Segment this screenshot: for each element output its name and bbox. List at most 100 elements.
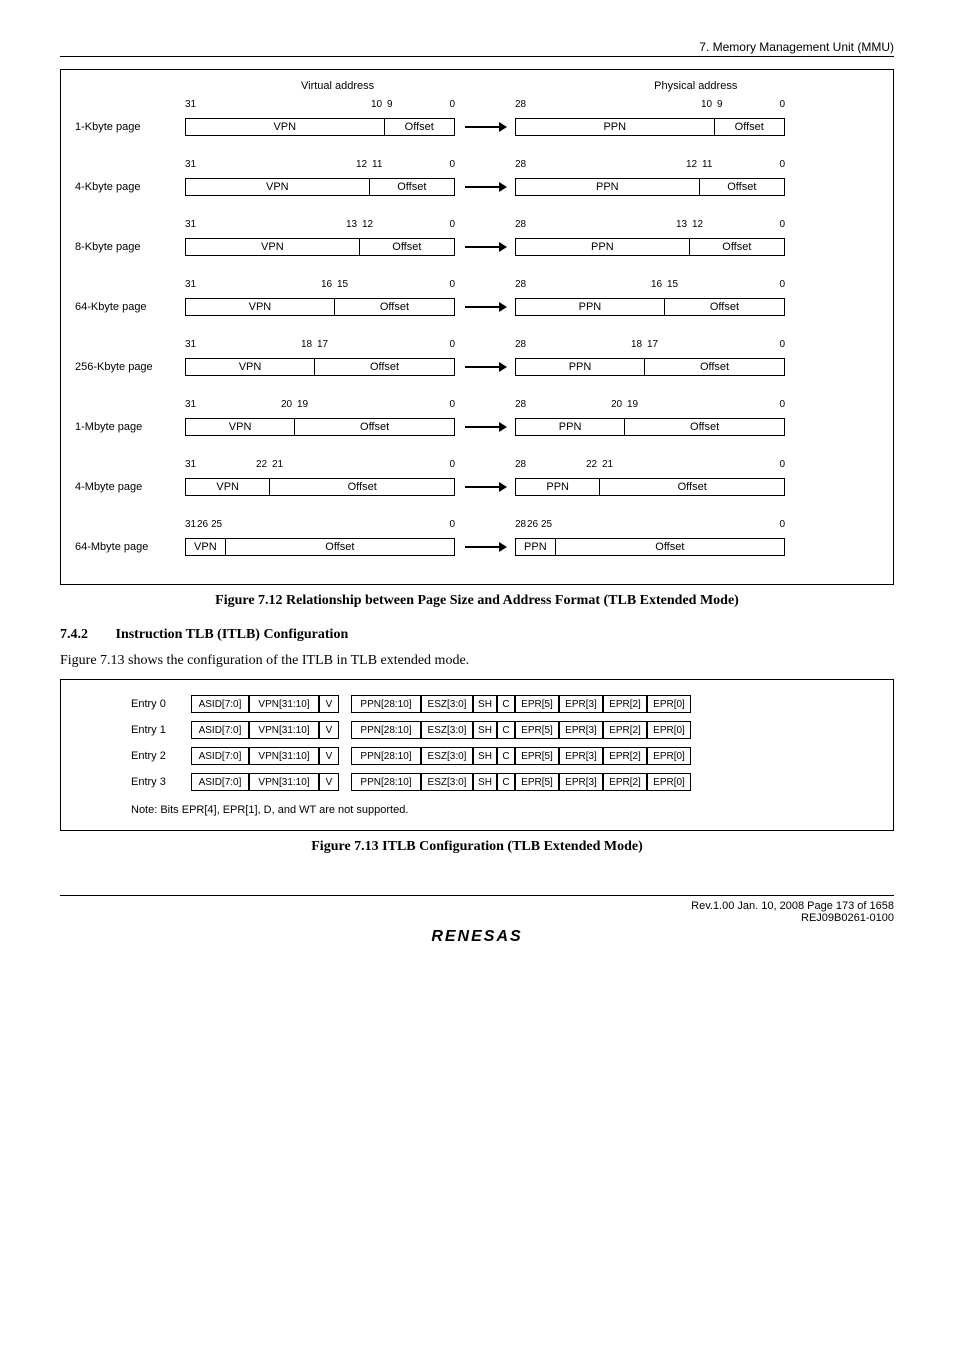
vpn-cell: VPN	[186, 179, 370, 195]
entry-label: Entry 0	[131, 698, 191, 710]
page-size-label: 1-Mbyte page	[71, 421, 185, 433]
page-size-label: 64-Kbyte page	[71, 301, 185, 313]
arrow-icon	[455, 486, 515, 488]
itlb-cell: EPR[0]	[647, 695, 691, 713]
itlb-cell: ESZ[3:0]	[421, 773, 473, 791]
page-size-label: 1-Kbyte page	[71, 121, 185, 133]
itlb-cell: V	[319, 747, 339, 765]
itlb-cell: V	[319, 721, 339, 739]
arrow-icon	[455, 366, 515, 368]
page-size-label: 64-Mbyte page	[71, 541, 185, 553]
physical-address-box: PPNOffset	[515, 178, 785, 196]
virtual-address-box: VPNOffset	[185, 178, 455, 196]
itlb-cell: PPN[28:10]	[351, 747, 421, 765]
itlb-cell: PPN[28:10]	[351, 695, 421, 713]
virtual-address-box: VPNOffset	[185, 478, 455, 496]
itlb-cell: ASID[7:0]	[191, 695, 249, 713]
section-heading: 7.4.2 Instruction TLB (ITLB) Configurati…	[60, 627, 894, 643]
renesas-logo: RENESAS	[60, 928, 894, 946]
vpn-cell: VPN	[186, 119, 385, 135]
itlb-cell: VPN[31:10]	[249, 721, 319, 739]
itlb-cell: EPR[5]	[515, 721, 559, 739]
itlb-cell: EPR[5]	[515, 695, 559, 713]
offset-cell: Offset	[690, 239, 784, 255]
itlb-cell: EPR[0]	[647, 773, 691, 791]
offset-cell: Offset	[625, 419, 784, 435]
itlb-cell: SH	[473, 721, 497, 739]
itlb-cell: EPR[0]	[647, 721, 691, 739]
virtual-address-box: VPNOffset	[185, 358, 455, 376]
offset-cell: Offset	[665, 299, 784, 315]
itlb-cell: C	[497, 721, 515, 739]
physical-address-box: PPNOffset	[515, 418, 785, 436]
entry-label: Entry 3	[131, 776, 191, 788]
arrow-icon	[455, 546, 515, 548]
offset-cell: Offset	[600, 479, 784, 495]
itlb-cell: EPR[2]	[603, 747, 647, 765]
offset-cell: Offset	[645, 359, 784, 375]
offset-cell: Offset	[370, 179, 454, 195]
offset-cell: Offset	[360, 239, 454, 255]
section-title: Instruction TLB (ITLB) Configuration	[116, 627, 349, 642]
entry-label: Entry 1	[131, 724, 191, 736]
itlb-cell: EPR[2]	[603, 721, 647, 739]
virtual-address-box: VPNOffset	[185, 118, 455, 136]
virtual-address-title: Virtual address	[301, 80, 374, 92]
itlb-entry-row: Entry 0ASID[7:0]VPN[31:10]V PPN[28:10]ESZ…	[131, 694, 853, 714]
ppn-cell: PPN	[516, 179, 700, 195]
itlb-cell: EPR[5]	[515, 773, 559, 791]
address-diagram: Virtual address Physical address 3110902…	[60, 69, 894, 585]
itlb-cell: C	[497, 773, 515, 791]
offset-cell: Offset	[385, 119, 454, 135]
vpn-cell: VPN	[186, 479, 270, 495]
itlb-cell: ESZ[3:0]	[421, 747, 473, 765]
page-footer: Rev.1.00 Jan. 10, 2008 Page 173 of 1658 …	[60, 895, 894, 946]
offset-cell: Offset	[715, 119, 784, 135]
vpn-cell: VPN	[186, 299, 335, 315]
vpn-cell: VPN	[186, 539, 226, 555]
page-size-label: 4-Mbyte page	[71, 481, 185, 493]
itlb-cell: EPR[0]	[647, 747, 691, 765]
itlb-cell: EPR[5]	[515, 747, 559, 765]
vpn-cell: VPN	[186, 359, 315, 375]
itlb-cell: V	[319, 773, 339, 791]
arrow-icon	[455, 246, 515, 248]
itlb-entry-row: Entry 1ASID[7:0]VPN[31:10]VPPN[28:10]ESZ…	[131, 720, 853, 740]
physical-address-box: PPNOffset	[515, 538, 785, 556]
offset-cell: Offset	[270, 479, 454, 495]
itlb-cell: SH	[473, 773, 497, 791]
itlb-cell: VPN[31:10]	[249, 695, 319, 713]
arrow-icon	[455, 186, 515, 188]
ppn-cell: PPN	[516, 119, 715, 135]
physical-address-title: Physical address	[654, 80, 737, 92]
physical-address-box: PPNOffset	[515, 238, 785, 256]
itlb-cell: ESZ[3:0]	[421, 721, 473, 739]
physical-address-box: PPNOffset	[515, 358, 785, 376]
ppn-cell: PPN	[516, 419, 625, 435]
vpn-cell: VPN	[186, 419, 295, 435]
offset-cell: Offset	[226, 539, 454, 555]
itlb-cell: EPR[3]	[559, 695, 603, 713]
itlb-entry-row: Entry 2ASID[7:0]VPN[31:10]VPPN[28:10]ESZ…	[131, 746, 853, 766]
physical-address-box: PPNOffset	[515, 478, 785, 496]
itlb-cell: V	[319, 695, 339, 713]
page-size-label: 4-Kbyte page	[71, 181, 185, 193]
offset-cell: Offset	[295, 419, 454, 435]
arrow-icon	[455, 426, 515, 428]
itlb-cell: PPN[28:10]	[351, 721, 421, 739]
offset-cell: Offset	[315, 359, 454, 375]
itlb-cell: ASID[7:0]	[191, 747, 249, 765]
body-paragraph: Figure 7.13 shows the configuration of t…	[60, 653, 894, 669]
itlb-cell: VPN[31:10]	[249, 747, 319, 765]
itlb-cell: EPR[2]	[603, 773, 647, 791]
itlb-cell: C	[497, 747, 515, 765]
footer-rej: REJ09B0261-0100	[60, 912, 894, 924]
page-header: 7. Memory Management Unit (MMU)	[60, 40, 894, 57]
physical-address-box: PPNOffset	[515, 298, 785, 316]
ppn-cell: PPN	[516, 479, 600, 495]
itlb-cell: VPN[31:10]	[249, 773, 319, 791]
itlb-diagram: Entry 0ASID[7:0]VPN[31:10]VPPN[28:10]ESZ…	[60, 679, 894, 831]
arrow-icon	[455, 306, 515, 308]
arrow-icon	[455, 126, 515, 128]
itlb-cell: ESZ[3:0]	[421, 695, 473, 713]
